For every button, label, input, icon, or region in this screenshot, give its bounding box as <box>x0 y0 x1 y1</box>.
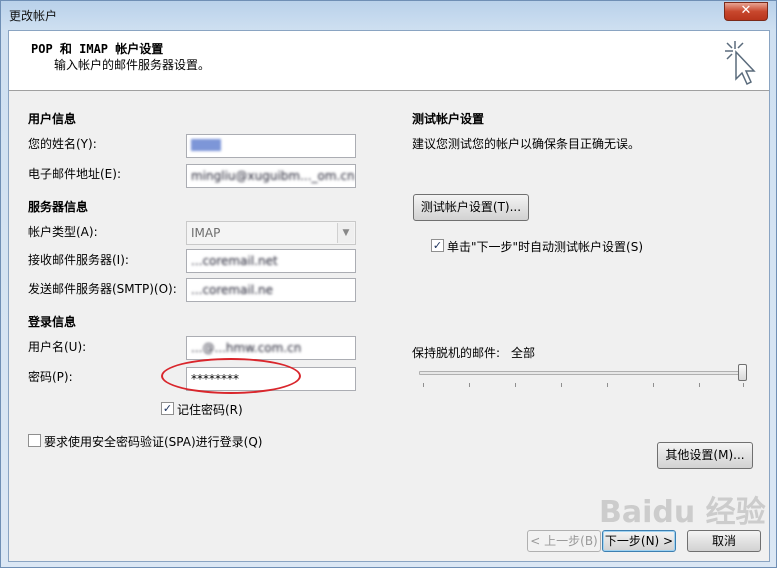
next-button[interactable]: 下一步(N) > <box>602 530 676 552</box>
email-value: mingliu@xuguibm..._om.cn <box>191 169 355 183</box>
chevron-down-icon: ▼ <box>337 223 354 243</box>
name-label: 您的姓名(Y): <box>28 137 97 151</box>
remember-password-checkbox[interactable]: ✓ <box>161 402 174 415</box>
header-title: POP 和 IMAP 帐户设置 <box>31 42 164 56</box>
outgoing-server-label: 发送邮件服务器(SMTP)(O): <box>28 282 177 296</box>
wizard-header: POP 和 IMAP 帐户设置 输入帐户的邮件服务器设置。 <box>9 31 769 91</box>
email-label: 电子邮件地址(E): <box>28 167 121 181</box>
close-icon: ✕ <box>740 3 752 18</box>
more-settings-button[interactable]: 其他设置(M)... <box>657 442 753 469</box>
offline-mail-value: 全部 <box>511 346 536 360</box>
offline-slider-thumb[interactable] <box>738 364 747 381</box>
incoming-server-label: 接收邮件服务器(I): <box>28 253 129 267</box>
account-type-value: IMAP <box>191 226 221 240</box>
back-button[interactable]: < 上一步(B) <box>527 530 601 552</box>
incoming-server-input[interactable]: ...coremail.net <box>186 249 356 273</box>
close-button[interactable]: ✕ <box>724 2 768 21</box>
account-type-select: IMAP ▼ <box>186 221 356 245</box>
auto-test-label[interactable]: 单击"下一步"时自动测试帐户设置(S) <box>447 238 643 255</box>
dialog-client: POP 和 IMAP 帐户设置 输入帐户的邮件服务器设置。 用户信息 您的姓名(… <box>8 30 770 562</box>
server-info-heading: 服务器信息 <box>28 200 89 214</box>
login-info-heading: 登录信息 <box>28 315 77 329</box>
highlight-annotation <box>161 358 301 394</box>
window-title: 更改帐户 <box>9 9 58 23</box>
name-input[interactable] <box>186 134 356 158</box>
wizard-cursor-icon <box>725 41 756 86</box>
remember-password-label[interactable]: 记住密码(R) <box>177 401 243 418</box>
baidu-watermark-logo: Baidu 经验 <box>599 495 766 530</box>
test-account-button[interactable]: 测试帐户设置(T)... <box>413 194 529 221</box>
email-input[interactable]: mingliu@xuguibm..._om.cn <box>186 164 356 188</box>
header-subtitle: 输入帐户的邮件服务器设置。 <box>54 58 211 72</box>
dialog-window: 更改帐户 ✕ POP 和 IMAP 帐户设置 输入帐户的邮件服务器设置。 用户信… <box>0 0 777 568</box>
offline-slider-track[interactable] <box>419 371 743 375</box>
spa-checkbox[interactable] <box>28 434 41 447</box>
offline-mail-label: 保持脱机的邮件: <box>412 346 501 360</box>
username-label: 用户名(U): <box>28 340 87 354</box>
name-redaction <box>191 139 221 151</box>
username-value: ...@...hmw.com.cn <box>191 341 302 355</box>
spa-label[interactable]: 要求使用安全密码验证(SPA)进行登录(Q) <box>44 433 262 450</box>
user-info-heading: 用户信息 <box>28 112 77 126</box>
incoming-server-value: ...coremail.net <box>191 254 278 268</box>
outgoing-server-input[interactable]: ...coremail.ne <box>186 278 356 302</box>
username-input[interactable]: ...@...hmw.com.cn <box>186 336 356 360</box>
outgoing-server-value: ...coremail.ne <box>191 283 273 297</box>
test-settings-heading: 测试帐户设置 <box>412 112 485 126</box>
test-settings-description: 建议您测试您的帐户以确保条目正确无误。 <box>412 137 641 151</box>
password-label: 密码(P): <box>28 370 73 384</box>
account-type-label: 帐户类型(A): <box>28 225 98 239</box>
title-bar[interactable]: 更改帐户 ✕ <box>1 1 776 29</box>
auto-test-checkbox[interactable]: ✓ <box>431 239 444 252</box>
cancel-button[interactable]: 取消 <box>687 530 761 552</box>
slider-ticks <box>423 383 747 387</box>
